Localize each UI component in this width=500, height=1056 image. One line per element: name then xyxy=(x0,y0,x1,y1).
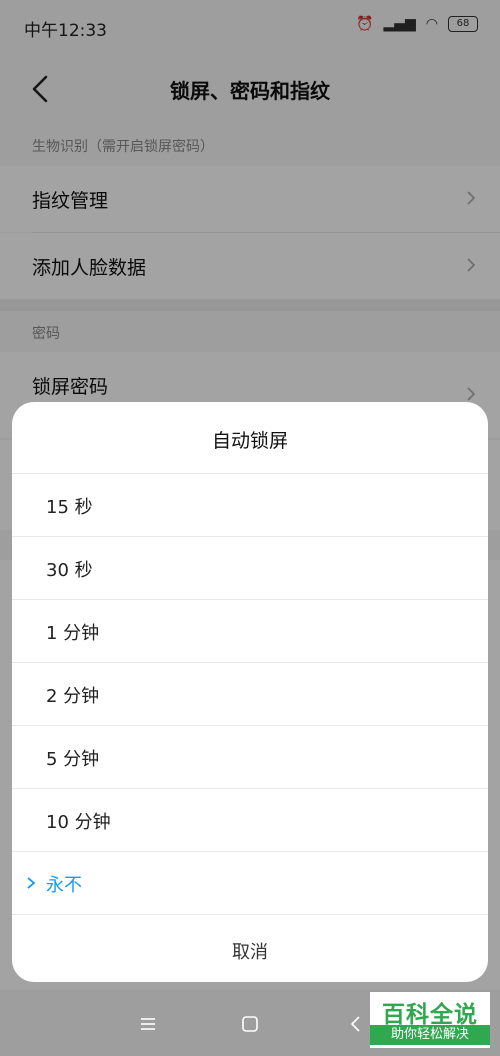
selected-chevron-icon xyxy=(27,877,36,889)
home-icon[interactable] xyxy=(240,1014,260,1034)
watermark-title: 百科全说 xyxy=(382,1002,478,1028)
option-label: 永不 xyxy=(46,875,82,896)
cancel-button[interactable]: 取消 xyxy=(12,916,488,982)
back-icon[interactable] xyxy=(346,1014,366,1034)
watermark-logo: 百科全说 助你轻松解决 xyxy=(370,992,490,1048)
cancel-label: 取消 xyxy=(232,942,268,963)
menu-icon[interactable] xyxy=(138,1014,158,1034)
option-never[interactable]: 永不 xyxy=(12,852,488,914)
sheet-title: 自动锁屏 xyxy=(211,430,288,452)
option-1-minute[interactable]: 1 分钟 xyxy=(12,600,488,662)
option-2-minutes[interactable]: 2 分钟 xyxy=(12,663,488,725)
option-10-minutes[interactable]: 10 分钟 xyxy=(12,789,488,851)
settings-screen: 中午12:33 ⏰ ▂▄▆ ◠ 68 锁屏、密码和指纹 生物识别（需开启锁屏密码… xyxy=(0,0,500,1056)
auto-lock-sheet: 自动锁屏 15 秒 30 秒 1 分钟 2 分钟 5 分钟 10 分钟 永不 取… xyxy=(12,402,488,982)
option-5-minutes[interactable]: 5 分钟 xyxy=(12,726,488,788)
divider xyxy=(12,914,488,915)
option-label: 10 分钟 xyxy=(46,812,111,833)
option-15-seconds[interactable]: 15 秒 xyxy=(12,474,488,536)
watermark-subtitle: 助你轻松解决 xyxy=(370,1025,490,1045)
option-label: 15 秒 xyxy=(46,497,93,518)
option-30-seconds[interactable]: 30 秒 xyxy=(12,537,488,599)
option-label: 1 分钟 xyxy=(46,623,100,644)
option-label: 2 分钟 xyxy=(46,686,100,707)
option-label: 5 分钟 xyxy=(46,749,100,770)
option-label: 30 秒 xyxy=(46,560,93,581)
